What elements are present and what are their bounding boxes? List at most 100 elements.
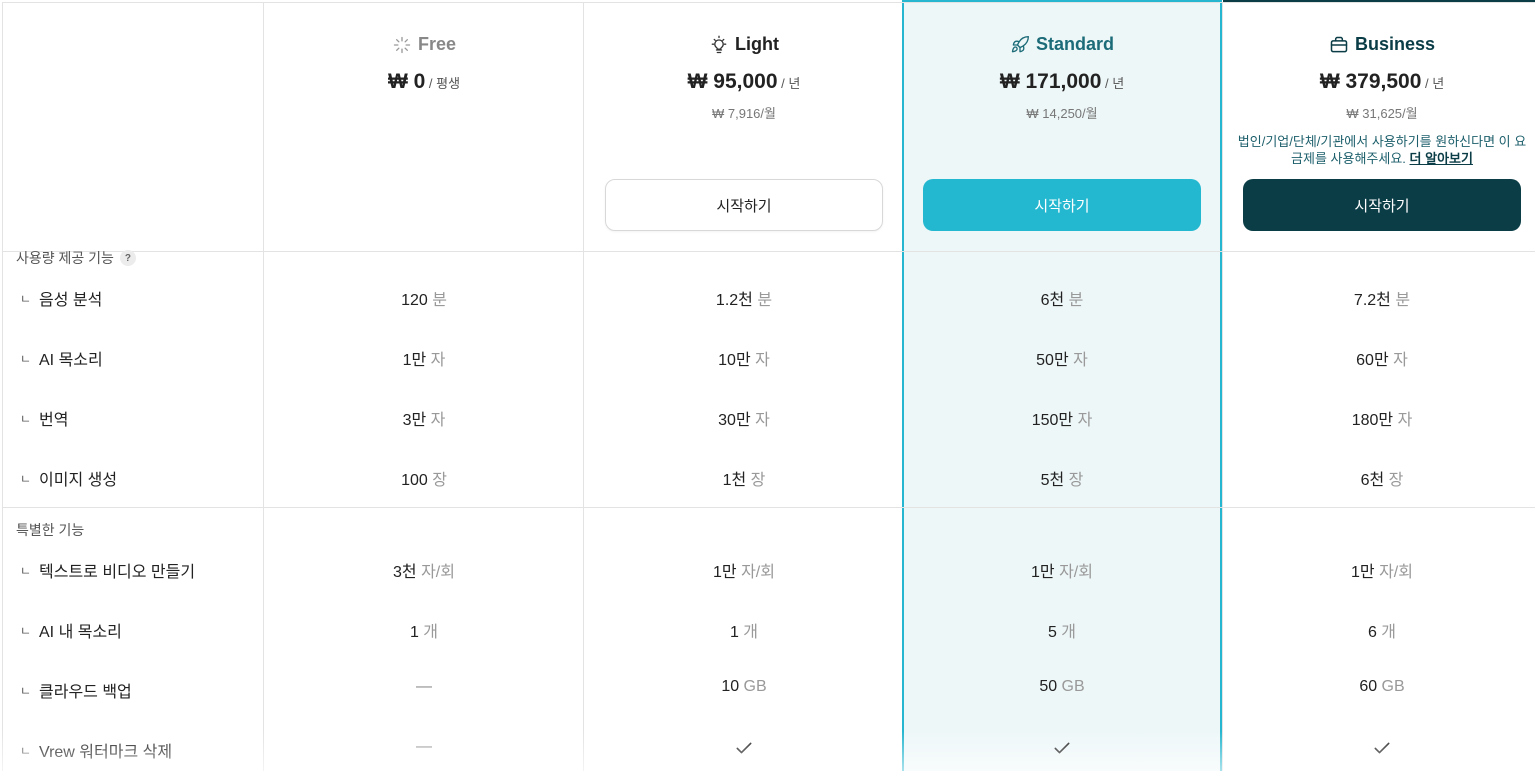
value-number: 1만 <box>402 352 427 369</box>
value-number: 50 <box>1039 678 1058 695</box>
value-number: 3만 <box>402 412 427 429</box>
feature-name: 음성 분석 <box>39 292 103 309</box>
feature-value-cell: 1만 자 <box>264 346 584 370</box>
feature-value-cell: — <box>264 738 584 756</box>
rocket-icon <box>1011 35 1029 52</box>
check-icon <box>1374 742 1390 754</box>
section-usage: 사용량 제공 기능 ? <box>16 248 136 268</box>
value-unit: 개 <box>418 624 439 641</box>
row-indent-marker: ㄴ <box>20 743 32 758</box>
feature-value-cell: 6천 장 <box>1222 466 1535 490</box>
feature-value-cell: 100 장 <box>264 466 584 490</box>
value-number: 60 <box>1359 678 1378 695</box>
value-unit: 장 <box>427 472 447 489</box>
feature-value-cell: 5천 장 <box>902 466 1222 490</box>
feature-row-label: ㄴ 번역 <box>20 406 68 430</box>
feature-name: 클라우드 백업 <box>39 684 132 701</box>
monthly-price: ₩ 14,250/월 <box>1026 106 1098 121</box>
plan-title: Business <box>1354 34 1436 54</box>
value-unit: 개 <box>1376 624 1397 641</box>
learn-more-link[interactable]: 더 알아보기 <box>1410 151 1473 166</box>
start-button-light[interactable]: 시작하기 <box>605 179 883 231</box>
value-unit: 개 <box>1056 624 1077 641</box>
value-number: 1만 <box>1351 564 1375 581</box>
feature-name: Vrew 워터마크 삭제 <box>39 744 173 761</box>
plan-price: ₩ 95,000 / 년 <box>584 70 904 94</box>
section-title: 사용량 제공 기능 <box>16 250 114 266</box>
row-indent-marker: ㄴ <box>20 683 32 698</box>
value-unit: 개 <box>738 624 759 641</box>
row-indent-marker: ㄴ <box>20 623 32 638</box>
value-unit: 장 <box>1384 472 1404 489</box>
value-number: 1 <box>409 624 419 641</box>
plan-name-free: Free <box>264 34 584 55</box>
monthly-price: ₩ 31,625/월 <box>1346 106 1418 121</box>
value-number: 100 <box>401 472 428 489</box>
start-button-standard[interactable]: 시작하기 <box>923 179 1201 231</box>
section-divider <box>2 507 1535 508</box>
value-number: 1만 <box>1031 564 1055 581</box>
value-number: 30만 <box>718 412 751 429</box>
feature-value-cell: — <box>264 678 584 696</box>
feature-name: AI 내 목소리 <box>39 624 122 641</box>
value-number: 5천 <box>1040 472 1065 489</box>
feature-name: 이미지 생성 <box>39 472 118 489</box>
value-unit: 자 <box>1388 352 1408 369</box>
feature-row-label: ㄴ 음성 분석 <box>20 286 102 310</box>
value-number: 5 <box>1047 624 1057 641</box>
value-number: 150만 <box>1031 412 1074 429</box>
feature-value-cell <box>902 738 1222 758</box>
plan-title: Free <box>417 34 457 54</box>
feature-row-label: ㄴ 텍스트로 비디오 만들기 <box>20 558 195 582</box>
value-unit: 자 <box>1068 352 1088 369</box>
feature-value-cell: 180만 자 <box>1222 406 1535 430</box>
feature-row-label: ㄴ AI 목소리 <box>20 346 103 370</box>
feature-value-cell <box>1222 738 1535 758</box>
feature-row-label: ㄴ 이미지 생성 <box>20 466 117 490</box>
value-number: 1천 <box>722 472 747 489</box>
briefcase-icon <box>1330 36 1348 52</box>
plan-price: ₩ 0 / 평생 <box>264 70 584 94</box>
value-unit: 자/회 <box>1374 564 1413 581</box>
value-unit: 자 <box>426 352 446 369</box>
feature-value-cell: 1만 자/회 <box>1222 558 1535 582</box>
sparkle-icon <box>393 36 411 53</box>
value-number: 10만 <box>718 352 751 369</box>
feature-value-cell: 5 개 <box>902 618 1222 642</box>
row-indent-marker: ㄴ <box>20 351 32 366</box>
row-indent-marker: ㄴ <box>20 411 32 426</box>
monthly-price: ₩ 7,916/월 <box>712 106 776 121</box>
feature-value-cell: 6 개 <box>1222 618 1535 642</box>
section-special: 특별한 기능 <box>16 520 84 540</box>
feature-name: 번역 <box>39 412 69 429</box>
plan-title: Light <box>735 34 779 54</box>
value-unit: 분 <box>427 292 447 309</box>
check-icon <box>736 742 752 754</box>
feature-row-label: ㄴ Vrew 워터마크 삭제 <box>20 738 172 762</box>
price-amount: ₩ 0 <box>387 70 426 93</box>
price-amount: ₩ 379,500 <box>1319 70 1422 93</box>
check-icon <box>1054 742 1070 754</box>
help-icon[interactable]: ? <box>119 250 136 266</box>
plan-title: Standard <box>1035 34 1114 54</box>
plan-name-business: Business <box>1222 34 1535 55</box>
feature-value-cell: 1천 장 <box>584 466 904 490</box>
value-unit: 분 <box>752 292 773 309</box>
value-unit: 자/회 <box>416 564 455 581</box>
dash-icon: — <box>416 678 432 695</box>
start-button-business[interactable]: 시작하기 <box>1243 179 1521 231</box>
feature-value-cell: 50만 자 <box>902 346 1222 370</box>
plan-price: ₩ 171,000 / 년 <box>902 70 1222 94</box>
value-number: 1만 <box>713 564 737 581</box>
business-note: 법인/기업/단체/기관에서 사용하기를 원하신다면 이 요금제를 사용해주세요.… <box>1232 133 1532 167</box>
feature-value-cell: 60 GB <box>1222 678 1535 696</box>
price-amount: ₩ 95,000 <box>687 70 778 93</box>
feature-value-cell: 7.2천 분 <box>1222 286 1535 310</box>
value-number: 1.2천 <box>715 292 753 309</box>
feature-value-cell: 1만 자/회 <box>902 558 1222 582</box>
row-indent-marker: ㄴ <box>20 291 32 306</box>
feature-value-cell <box>584 738 904 758</box>
value-unit: 자 <box>750 412 770 429</box>
value-number: 6천 <box>1360 472 1385 489</box>
value-number: 1 <box>729 624 739 641</box>
